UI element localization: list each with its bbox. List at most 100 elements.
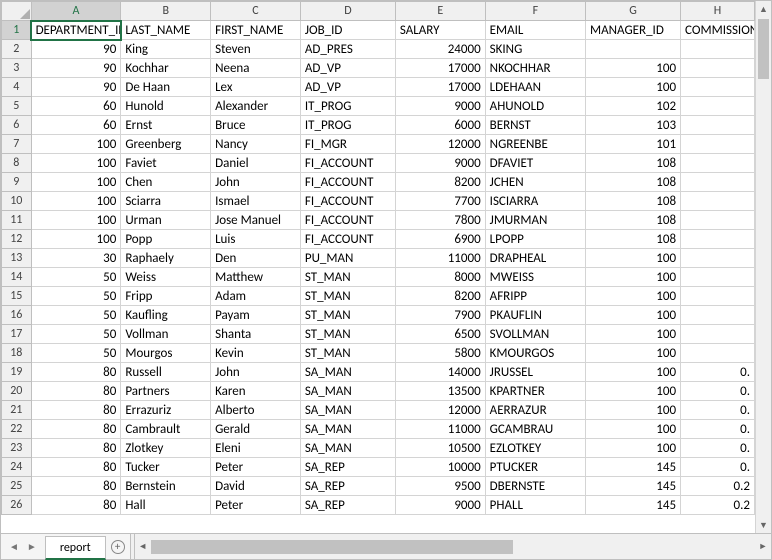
select-all-corner[interactable]	[2, 2, 32, 21]
cell[interactable]	[681, 59, 755, 78]
row[interactable]: 2180ErrazurizAlbertoSA_MAN12000AERRAZUR1…	[2, 401, 755, 420]
cell[interactable]: Weiss	[121, 268, 211, 287]
row-header-4[interactable]: 4	[2, 78, 32, 97]
cell[interactable]: Eleni	[211, 439, 301, 458]
cell[interactable]: Alexander	[211, 97, 301, 116]
cell[interactable]	[681, 268, 755, 287]
cell[interactable]: GCAMBRAU	[485, 420, 585, 439]
cell[interactable]	[681, 154, 755, 173]
column-header-row[interactable]: ABCDEFGH	[2, 2, 755, 21]
row[interactable]: 2480TuckerPeterSA_REP10000PTUCKER1450.	[2, 458, 755, 477]
cell[interactable]: Bernstein	[121, 477, 211, 496]
cell[interactable]	[681, 135, 755, 154]
cell[interactable]: Bruce	[211, 116, 301, 135]
cell[interactable]: DBERNSTE	[485, 477, 585, 496]
column-header-D[interactable]: D	[300, 2, 395, 21]
cell[interactable]: 17000	[395, 78, 485, 97]
row[interactable]: 290KingStevenAD_PRES24000SKING	[2, 40, 755, 59]
cell[interactable]	[681, 192, 755, 211]
cell[interactable]: KPARTNER	[485, 382, 585, 401]
vertical-scroll-thumb[interactable]	[758, 19, 769, 79]
row[interactable]: 2580BernsteinDavidSA_REP9500DBERNSTE1450…	[2, 477, 755, 496]
cell[interactable]: Luis	[211, 230, 301, 249]
row-header-3[interactable]: 3	[2, 59, 32, 78]
cell-table[interactable]: ABCDEFGH 1DEPARTMENT_IDLAST_NAMEFIRST_NA…	[1, 1, 755, 515]
cell[interactable]	[586, 40, 681, 59]
cell[interactable]: 100	[31, 173, 121, 192]
cell[interactable]: Kaufling	[121, 306, 211, 325]
cell[interactable]: 100	[586, 344, 681, 363]
cell[interactable]: ISCIARRA	[485, 192, 585, 211]
row[interactable]: 9100ChenJohnFI_ACCOUNT8200JCHEN108	[2, 173, 755, 192]
cell[interactable]: AFRIPP	[485, 287, 585, 306]
row-header-25[interactable]: 25	[2, 477, 32, 496]
row-header-5[interactable]: 5	[2, 97, 32, 116]
row-header-21[interactable]: 21	[2, 401, 32, 420]
row-header-14[interactable]: 14	[2, 268, 32, 287]
cell[interactable]	[681, 344, 755, 363]
cell[interactable]: Kochhar	[121, 59, 211, 78]
cell[interactable]: FI_ACCOUNT	[300, 230, 395, 249]
row[interactable]: 560HunoldAlexanderIT_PROG9000AHUNOLD102	[2, 97, 755, 116]
cell[interactable]: 100	[586, 363, 681, 382]
cell[interactable]: Kevin	[211, 344, 301, 363]
cell[interactable]: SVOLLMAN	[485, 325, 585, 344]
cell[interactable]: EZLOTKEY	[485, 439, 585, 458]
row-header-1[interactable]: 1	[2, 21, 32, 40]
cell[interactable]: 100	[31, 192, 121, 211]
cell[interactable]: Shanta	[211, 325, 301, 344]
cell[interactable]: FI_ACCOUNT	[300, 192, 395, 211]
cell[interactable]: 5800	[395, 344, 485, 363]
cell[interactable]: 145	[586, 458, 681, 477]
cell[interactable]: BERNST	[485, 116, 585, 135]
cell[interactable]: 8200	[395, 173, 485, 192]
cell[interactable]: Jose Manuel	[211, 211, 301, 230]
cell[interactable]: PHALL	[485, 496, 585, 515]
cell[interactable]: 100	[586, 306, 681, 325]
cell[interactable]: 9500	[395, 477, 485, 496]
cell[interactable]: 145	[586, 477, 681, 496]
row-header-22[interactable]: 22	[2, 420, 32, 439]
cell[interactable]: 0.	[681, 458, 755, 477]
row[interactable]: 2080PartnersKarenSA_MAN13500KPARTNER1000…	[2, 382, 755, 401]
cell[interactable]: 90	[31, 78, 121, 97]
row[interactable]: 8100FavietDanielFI_ACCOUNT9000DFAVIET108	[2, 154, 755, 173]
cell[interactable]: KMOURGOS	[485, 344, 585, 363]
cell[interactable]: 108	[586, 192, 681, 211]
cell[interactable]: Sciarra	[121, 192, 211, 211]
scroll-down-arrow-icon[interactable]: ▼	[756, 517, 771, 533]
row-header-16[interactable]: 16	[2, 306, 32, 325]
cell[interactable]: 100	[586, 382, 681, 401]
row[interactable]: 1550FrippAdamST_MAN8200AFRIPP100	[2, 287, 755, 306]
main-grid[interactable]: ABCDEFGH 1DEPARTMENT_IDLAST_NAMEFIRST_NA…	[1, 1, 755, 533]
cell[interactable]: FI_ACCOUNT	[300, 154, 395, 173]
horizontal-scroll-thumb[interactable]	[151, 540, 514, 554]
cell[interactable]: 80	[31, 382, 121, 401]
cell[interactable]: 24000	[395, 40, 485, 59]
cell[interactable]: Chen	[121, 173, 211, 192]
row-header-9[interactable]: 9	[2, 173, 32, 192]
cell[interactable]: Den	[211, 249, 301, 268]
row-header-12[interactable]: 12	[2, 230, 32, 249]
cell[interactable]: Adam	[211, 287, 301, 306]
horizontal-scroll-track[interactable]	[151, 540, 755, 554]
column-header-B[interactable]: B	[121, 2, 211, 21]
cell[interactable]: COMMISSION	[681, 21, 755, 40]
cell[interactable]: Raphaely	[121, 249, 211, 268]
cell[interactable]: 0.	[681, 420, 755, 439]
cell[interactable]: Russell	[121, 363, 211, 382]
sheet-tabs[interactable]: report	[45, 534, 106, 559]
cell[interactable]: DFAVIET	[485, 154, 585, 173]
cell[interactable]: EMAIL	[485, 21, 585, 40]
cell[interactable]: King	[121, 40, 211, 59]
cell[interactable]: Ernst	[121, 116, 211, 135]
row-header-6[interactable]: 6	[2, 116, 32, 135]
cell[interactable]: 0.	[681, 401, 755, 420]
column-header-H[interactable]: H	[681, 2, 755, 21]
cell[interactable]: 9000	[395, 496, 485, 515]
cell[interactable]: SKING	[485, 40, 585, 59]
cell[interactable]	[681, 116, 755, 135]
cell[interactable]: 17000	[395, 59, 485, 78]
tab-next-icon[interactable]: ►	[25, 540, 39, 553]
horizontal-scrollbar[interactable]: ◄ ►	[134, 534, 771, 559]
